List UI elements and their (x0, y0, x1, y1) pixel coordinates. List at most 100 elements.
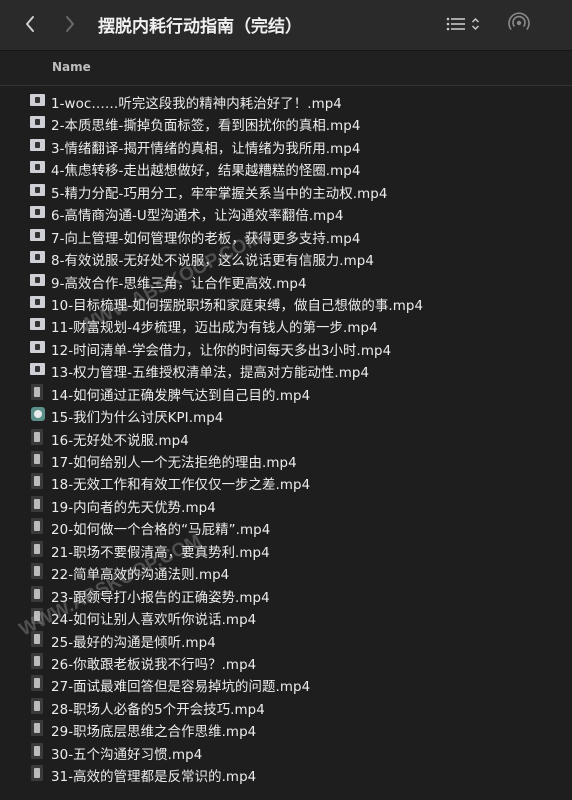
video-thumbnail-icon (30, 161, 45, 174)
video-thumbnail-icon (31, 652, 43, 669)
video-thumbnail-icon (30, 183, 45, 196)
file-row[interactable]: 11-财富规划-4步梳理，迈出成为有钱人的第一步.mp4 (0, 314, 572, 336)
file-name: 4-焦虑转移-走出越想做好，结果越糟糕的怪圈.mp4 (51, 164, 361, 180)
video-thumbnail-icon (30, 318, 45, 331)
file-name: 20-如何做一个合格的“马屁精”.mp4 (51, 523, 271, 539)
list-view-icon (446, 17, 465, 31)
video-thumbnail-icon (31, 630, 43, 647)
file-row[interactable]: 6-高情商沟通-U型沟通术，让沟通效率翻倍.mp4 (0, 202, 572, 224)
file-row[interactable]: 19-内向者的先天优势.mp4 (0, 494, 572, 516)
video-thumbnail-icon (31, 563, 43, 580)
file-name: 27-面试最难回答但是容易掉坑的问题.mp4 (51, 680, 311, 696)
file-row[interactable]: 18-无效工作和有效工作仅仅一步之差.mp4 (0, 471, 572, 493)
video-thumbnail-icon (31, 765, 43, 782)
file-name: 23-跟领导打小报告的正确姿势.mp4 (51, 590, 270, 606)
file-row[interactable]: 25-最好的沟通是倾听.mp4 (0, 629, 572, 651)
file-row[interactable]: 17-如何给别人一个无法拒绝的理由.mp4 (0, 449, 572, 471)
file-row[interactable]: 4-焦虑转移-走出越想做好，结果越糟糕的怪圈.mp4 (0, 157, 572, 179)
file-row[interactable]: 30-五个沟通好习惯.mp4 (0, 741, 572, 763)
file-row[interactable]: 24-如何让别人喜欢听你说话.mp4 (0, 606, 572, 628)
video-thumbnail-icon (31, 407, 45, 422)
video-thumbnail-icon (30, 251, 45, 264)
file-row[interactable]: 10-目标梳理-如何摆脱职场和家庭束缚，做自己想做的事.mp4 (0, 292, 572, 314)
video-thumbnail-icon (30, 138, 45, 151)
video-thumbnail-icon (31, 608, 43, 625)
file-name: 21-职场不要假清高，要真势利.mp4 (51, 545, 270, 561)
video-thumbnail-icon (31, 540, 43, 557)
file-row[interactable]: 21-职场不要假清高，要真势利.mp4 (0, 539, 572, 561)
video-thumbnail-icon (30, 228, 45, 241)
video-thumbnail-icon (31, 720, 43, 737)
file-row[interactable]: 28-职场人必备的5个开会技巧.mp4 (0, 696, 572, 718)
file-row[interactable]: 5-精力分配-巧用分工，牢牢掌握关系当中的主动权.mp4 (0, 180, 572, 202)
file-row[interactable]: 9-高效合作-思维三角，让合作更高效.mp4 (0, 270, 572, 292)
airdrop-icon (508, 12, 530, 30)
file-row[interactable]: 2-本质思维-撕掉负面标签，看到困扰你的真相.mp4 (0, 112, 572, 134)
video-thumbnail-icon (31, 428, 43, 445)
file-name: 31-高效的管理都是反常识的.mp4 (51, 770, 257, 786)
file-row[interactable]: 7-向上管理-如何管理你的老板，获得更多支持.mp4 (0, 225, 572, 247)
file-name: 1-woc……听完这段我的精神内耗治好了！.mp4 (51, 97, 342, 112)
video-thumbnail-icon (31, 518, 43, 535)
file-name: 28-职场人必备的5个开会技巧.mp4 (51, 702, 265, 718)
video-thumbnail-icon (30, 116, 45, 129)
file-name: 3-情绪翻译-揭开情绪的真相，让情绪为我所用.mp4 (51, 141, 361, 157)
video-thumbnail-icon (31, 742, 43, 759)
file-name: 25-最好的沟通是倾听.mp4 (51, 635, 216, 651)
video-thumbnail-icon (31, 473, 43, 490)
video-thumbnail-icon (30, 340, 45, 353)
file-row[interactable]: 27-面试最难回答但是容易掉坑的问题.mp4 (0, 673, 572, 695)
file-name: 30-五个沟通好习惯.mp4 (51, 747, 203, 763)
video-thumbnail-icon (30, 295, 45, 308)
file-row[interactable]: 13-权力管理-五维授权清单法，提高对方能动性.mp4 (0, 359, 572, 381)
airdrop-button[interactable] (506, 10, 532, 36)
video-thumbnail-icon (31, 495, 43, 512)
file-name: 7-向上管理-如何管理你的老板，获得更多支持.mp4 (51, 231, 361, 247)
file-name: 11-财富规划-4步梳理，迈出成为有钱人的第一步.mp4 (51, 321, 378, 337)
video-thumbnail-icon (31, 585, 43, 602)
video-thumbnail-icon (31, 383, 43, 400)
file-row[interactable]: 15-我们为什么讨厌KPI.mp4 (0, 404, 572, 426)
video-thumbnail-icon (31, 697, 43, 714)
file-name: 14-如何通过正确发脾气达到自己目的.mp4 (51, 388, 311, 404)
back-button[interactable] (18, 10, 42, 38)
file-row[interactable]: 12-时间清单-学会借力，让你的时间每天多出3小时.mp4 (0, 337, 572, 359)
file-name: 8-有效说服-无好处不说服，这么说话更有信服力.mp4 (51, 254, 375, 270)
file-name: 18-无效工作和有效工作仅仅一步之差.mp4 (51, 478, 311, 494)
file-row[interactable]: 26-你敢跟老板说我不行吗？.mp4 (0, 651, 572, 673)
file-name: 15-我们为什么讨厌KPI.mp4 (51, 411, 224, 427)
file-row[interactable]: 23-跟领导打小报告的正确姿势.mp4 (0, 584, 572, 606)
file-name: 26-你敢跟老板说我不行吗？.mp4 (51, 657, 257, 673)
name-column-header[interactable]: Name (52, 60, 91, 74)
file-row[interactable]: 14-如何通过正确发脾气达到自己目的.mp4 (0, 382, 572, 404)
column-header: Name (0, 51, 572, 86)
file-row[interactable]: 3-情绪翻译-揭开情绪的真相，让情绪为我所用.mp4 (0, 135, 572, 157)
file-name: 2-本质思维-撕掉负面标签，看到困扰你的真相.mp4 (51, 119, 361, 135)
file-row[interactable]: 20-如何做一个合格的“马屁精”.mp4 (0, 516, 572, 538)
file-name: 9-高效合作-思维三角，让合作更高效.mp4 (51, 276, 307, 292)
file-row[interactable]: 29-职场底层思维之合作思维.mp4 (0, 718, 572, 740)
file-row[interactable]: 22-简单高效的沟通法则.mp4 (0, 561, 572, 583)
file-name: 16-无好处不说服.mp4 (51, 433, 189, 449)
video-thumbnail-icon (30, 94, 45, 106)
finder-window: 摆脱内耗行动指南（完结） Name 1-woc……听完这段我的精神内耗治好了！.… (0, 0, 572, 800)
video-thumbnail-icon (31, 675, 43, 692)
file-list: 1-woc……听完这段我的精神内耗治好了！.mp4 2-本质思维-撕掉负面标签，看… (0, 90, 572, 786)
file-name: 24-如何让别人喜欢听你说话.mp4 (51, 613, 257, 629)
view-options-button[interactable] (446, 13, 488, 35)
file-name: 13-权力管理-五维授权清单法，提高对方能动性.mp4 (51, 366, 370, 382)
file-name: 29-职场底层思维之合作思维.mp4 (51, 725, 257, 741)
chevron-up-down-icon (471, 17, 480, 31)
file-name: 22-简单高效的沟通法则.mp4 (51, 568, 230, 584)
forward-button[interactable] (58, 10, 82, 38)
video-thumbnail-icon (30, 273, 45, 286)
toolbar: 摆脱内耗行动指南（完结） (0, 0, 572, 51)
window-title: 摆脱内耗行动指南（完结） (98, 17, 302, 37)
file-row[interactable]: 1-woc……听完这段我的精神内耗治好了！.mp4 (0, 90, 572, 112)
chevron-right-icon (66, 16, 74, 32)
file-row[interactable]: 8-有效说服-无好处不说服，这么说话更有信服力.mp4 (0, 247, 572, 269)
file-name: 17-如何给别人一个无法拒绝的理由.mp4 (51, 456, 297, 471)
file-name: 10-目标梳理-如何摆脱职场和家庭束缚，做自己想做的事.mp4 (51, 298, 424, 314)
file-row[interactable]: 16-无好处不说服.mp4 (0, 427, 572, 449)
file-row[interactable]: 31-高效的管理都是反常识的.mp4 (0, 763, 572, 785)
